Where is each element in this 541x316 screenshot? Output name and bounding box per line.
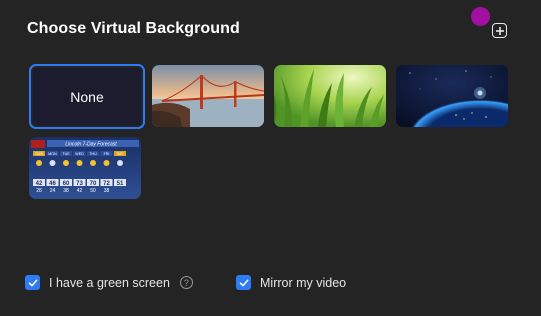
- weather-low-temp: 28: [36, 188, 42, 194]
- background-weather-tile[interactable]: Lincoln 7-Day Forecast SUN 42 28 MON 46 24 TUE…: [29, 137, 141, 199]
- weather-condition-icon: [36, 160, 42, 166]
- checkmark-icon: [28, 279, 37, 286]
- mirror-video-label[interactable]: Mirror my video: [260, 276, 346, 290]
- plus-icon: [495, 26, 504, 35]
- weather-high-temp: 70: [90, 181, 97, 187]
- weather-condition-icon: [76, 160, 83, 166]
- background-grass-tile[interactable]: [274, 65, 386, 127]
- weather-day-label: FRI: [104, 152, 110, 156]
- weather-low-temp: 50: [90, 188, 96, 194]
- weather-header: Lincoln 7-Day Forecast: [65, 142, 117, 148]
- green-screen-option: I have a green screen ?: [25, 275, 193, 290]
- background-none-tile[interactable]: None: [29, 64, 145, 129]
- weather-day-label: WED: [75, 152, 84, 156]
- weather-condition-icon: [103, 160, 110, 166]
- golden-gate-image: [152, 65, 264, 127]
- mirror-video-checkbox[interactable]: [236, 275, 251, 290]
- weather-condition-icon: [49, 160, 56, 166]
- mirror-video-option: Mirror my video: [236, 275, 346, 290]
- weather-condition-icon: [63, 160, 69, 166]
- green-screen-label[interactable]: I have a green screen: [49, 276, 170, 290]
- weather-condition-icon: [117, 160, 123, 166]
- weather-forecast-image: Lincoln 7-Day Forecast SUN4228MON4624TUE…: [29, 137, 141, 199]
- panel-title: Choose Virtual Background: [27, 20, 240, 37]
- weather-low-temp: 42: [77, 188, 83, 194]
- checkmark-icon: [239, 279, 248, 286]
- background-golden-gate-tile[interactable]: [152, 65, 264, 127]
- weather-high-temp: 73: [76, 181, 83, 187]
- weather-high-temp: 72: [103, 181, 110, 187]
- weather-low-temp: 24: [50, 188, 56, 194]
- weather-day-label: THU: [89, 152, 97, 156]
- weather-high-temp: 42: [36, 181, 43, 187]
- weather-low-temp: 38: [104, 188, 110, 194]
- weather-day-label: SAT: [117, 152, 125, 156]
- add-background-button[interactable]: [492, 23, 507, 38]
- weather-day-label: SUN: [35, 152, 43, 156]
- weather-day-label: TUE: [62, 152, 70, 156]
- earth-image: [396, 65, 508, 127]
- weather-low-temp: 38: [63, 188, 69, 194]
- weather-high-temp: 46: [49, 181, 56, 187]
- background-earth-tile[interactable]: [396, 65, 508, 127]
- weather-high-temp: 60: [63, 181, 70, 187]
- green-screen-checkbox[interactable]: [25, 275, 40, 290]
- none-label: None: [70, 88, 104, 105]
- help-icon[interactable]: ?: [179, 276, 193, 289]
- weather-high-temp: 51: [117, 181, 124, 187]
- virtual-background-panel: Choose Virtual Background None Lincoln 7…: [0, 0, 541, 316]
- weather-condition-icon: [90, 160, 96, 166]
- cursor-indicator: [471, 7, 490, 26]
- grass-image: [274, 65, 386, 127]
- weather-day-label: MON: [48, 152, 57, 156]
